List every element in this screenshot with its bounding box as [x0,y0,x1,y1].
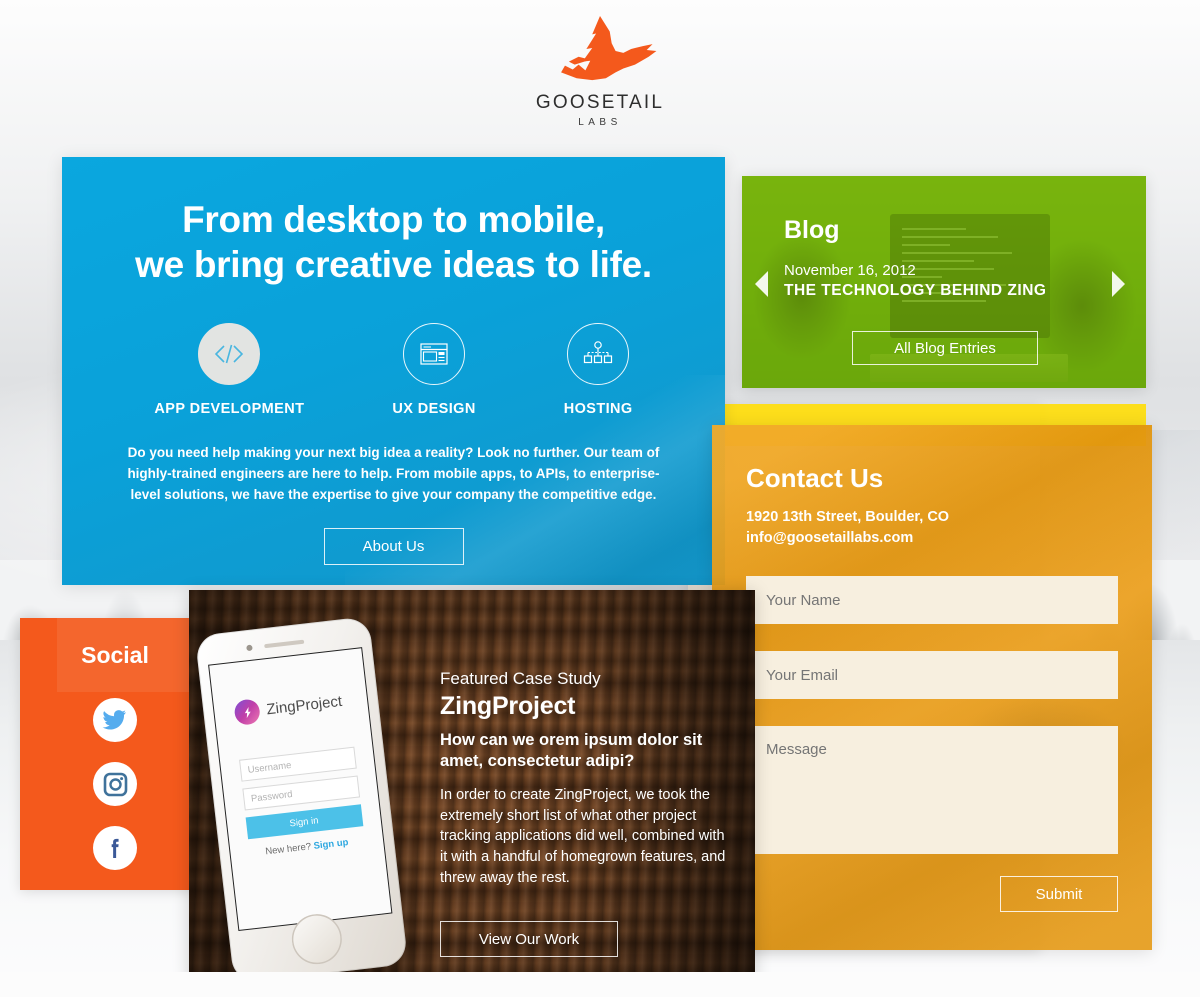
service-label: UX DESIGN [392,401,476,418]
case-study-title: ZingProject [440,692,576,720]
contact-address: 1920 13th Street, Boulder, CO [746,509,950,525]
name-input[interactable] [746,576,1118,625]
case-study-body: In order to create ZingProject, we took … [440,787,726,886]
phone-signup-link[interactable]: Sign up [313,837,349,852]
social-heading: Social [81,641,149,668]
phone-screen: ZingProject Username Password Sign in Ne… [208,647,393,931]
twitter-icon [102,710,126,730]
blog-panel: Blog November 16, 2012 THE TECHNOLOGY BE… [742,176,1146,388]
chevron-right-icon[interactable] [1112,271,1125,297]
blog-post-title[interactable]: THE TECHNOLOGY BEHIND ZING [784,282,1146,300]
instagram-link[interactable] [93,762,137,806]
twitter-link[interactable] [93,698,137,742]
email-input[interactable] [746,651,1118,700]
hero-body-text: Do you need help making your next big id… [127,445,660,503]
service-label: HOSTING [563,401,633,418]
case-study-panel: ZingProject Username Password Sign in Ne… [189,590,755,990]
zingproject-name: ZingProject [265,692,343,719]
blog-heading: Blog [784,216,840,244]
case-study-question: How can we orem ipsum dolor sit amet, co… [440,731,703,771]
all-blog-entries-button[interactable]: All Blog Entries [852,331,1038,365]
contact-details: 1920 13th Street, Boulder, CO info@goose… [746,507,1118,549]
phone-password-field[interactable]: Password [241,775,360,811]
social-link-list [20,698,210,890]
social-panel: Social [20,618,210,890]
logo-subtitle: LABS [578,117,622,128]
phone-username-field[interactable]: Username [238,746,357,782]
message-input[interactable] [746,726,1118,855]
contact-email[interactable]: info@goosetaillabs.com [746,528,1118,549]
blog-post-date: November 16, 2012 [784,262,916,279]
case-study-eyebrow: Featured Case Study [440,669,601,688]
bottom-bar [0,972,1200,997]
service-hosting[interactable]: HOSTING [564,323,633,417]
hero-panel: From desktop to mobile, we bring creativ… [62,157,725,585]
logo-wordmark: GOOSETAIL [535,92,665,113]
facebook-icon [111,838,119,858]
site-logo[interactable]: GOOSETAIL LABS [0,0,1200,150]
code-brackets-icon [198,323,261,386]
zingproject-logo-icon [233,698,262,726]
facebook-link[interactable] [93,826,137,870]
browser-window-icon [403,323,466,386]
service-ux-design[interactable]: UX DESIGN [392,323,475,417]
hero-headline-line1: From desktop to mobile, [182,199,605,240]
flying-goose-icon [561,15,657,81]
service-label: APP DEVELOPMENT [154,401,305,418]
zingproject-brand: ZingProject [233,686,368,726]
service-app-development[interactable]: APP DEVELOPMENT [154,323,304,417]
view-our-work-button[interactable]: View Our Work [440,921,618,957]
hero-headline: From desktop to mobile, we bring creativ… [62,197,725,287]
contact-panel: Contact Us 1920 13th Street, Boulder, CO… [712,425,1152,950]
contact-heading: Contact Us [746,463,884,493]
sitemap-icon [567,323,630,386]
service-list: APP DEVELOPMENT UX DESIGN HOSTING [62,323,725,417]
phone-signup-text: New here? [264,840,315,858]
hero-headline-line2: we bring creative ideas to life. [135,244,652,286]
instagram-icon [103,772,127,796]
about-us-button[interactable]: About Us [323,528,464,566]
chevron-left-icon[interactable] [755,271,768,297]
submit-button[interactable]: Submit [1000,876,1118,912]
phone-signin-button[interactable]: Sign in [245,804,363,840]
